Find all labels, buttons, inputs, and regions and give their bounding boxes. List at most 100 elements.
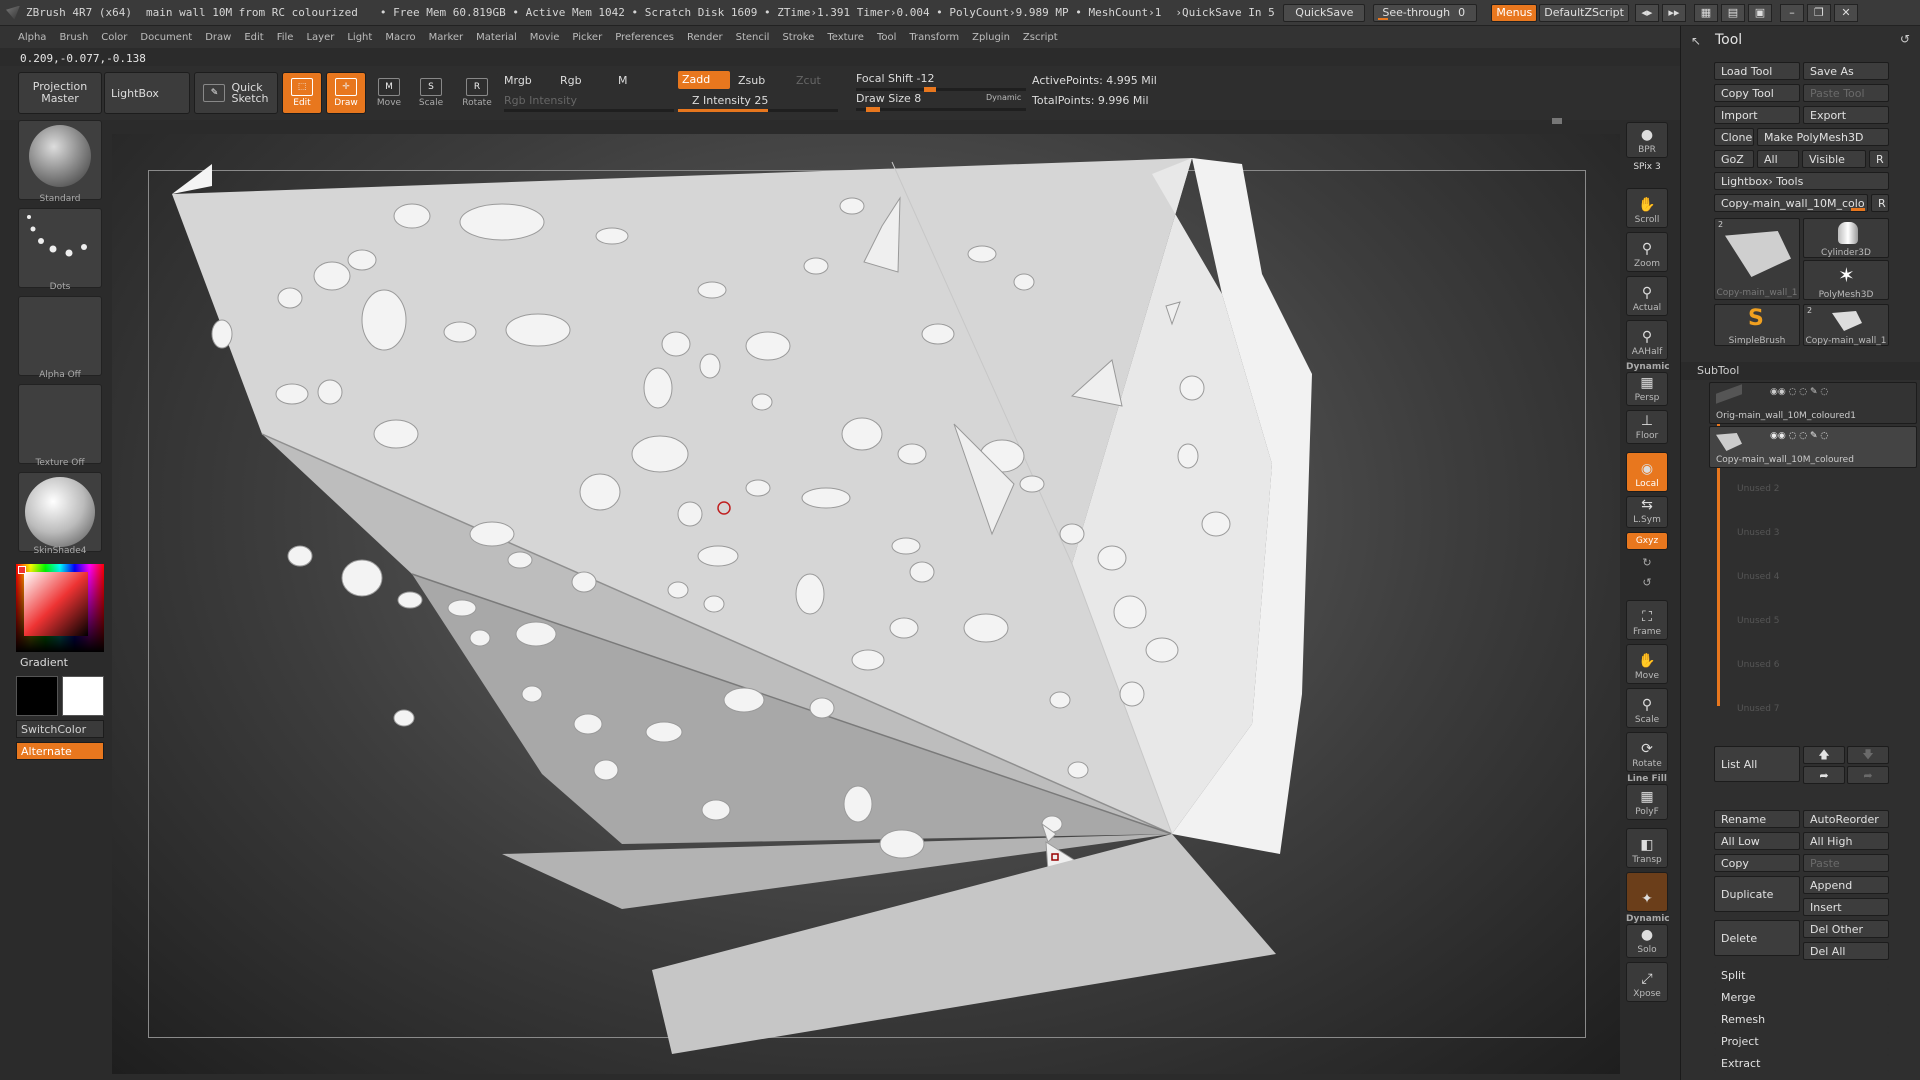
duplicate-button[interactable]: Duplicate [1714, 876, 1800, 912]
dynamic-size-toggle[interactable]: Dynamic [986, 93, 1021, 102]
main-color-swatch[interactable] [16, 676, 58, 716]
goz-r-button[interactable]: R [1869, 150, 1889, 168]
lightbox-tools-button[interactable]: Lightbox› Tools [1714, 172, 1889, 190]
merge-section[interactable]: Merge [1714, 988, 1889, 1006]
goz-button[interactable]: GoZ [1714, 150, 1754, 168]
menu-tool[interactable]: Tool [877, 32, 896, 43]
menu-transform[interactable]: Transform [909, 32, 959, 43]
minimize-icon[interactable]: – [1779, 3, 1804, 22]
xpose-button[interactable]: ⤢ Xpose [1626, 962, 1668, 1002]
copy-subtool-button[interactable]: Copy [1714, 854, 1800, 872]
subtool-0-visibility-icon[interactable]: ◉◉ ◌ ◌ ✎ ◌ [1770, 387, 1828, 397]
quicksave-button[interactable]: QuickSave [1283, 3, 1366, 22]
frame-button[interactable]: ⛶ Frame [1626, 600, 1668, 640]
gradient-label[interactable]: Gradient [20, 656, 68, 669]
delete-button[interactable]: Delete [1714, 920, 1800, 956]
lsym-button[interactable]: ⇆ L.Sym [1626, 496, 1668, 528]
edit-button[interactable]: ⬚ Edit [282, 72, 322, 114]
menu-stroke[interactable]: Stroke [782, 32, 814, 43]
color-square[interactable] [24, 572, 88, 636]
solo-button[interactable]: ● Solo [1626, 924, 1668, 958]
layout-left-icon[interactable]: ◂▸ [1634, 3, 1659, 22]
menu-layer[interactable]: Layer [306, 32, 334, 43]
extract-section[interactable]: Extract [1714, 1054, 1889, 1072]
palette-reset-icon[interactable]: ↺ [1900, 32, 1910, 46]
xyz-button[interactable]: Gxyz [1626, 532, 1668, 550]
transp-button[interactable]: ◧ Transp [1626, 828, 1668, 868]
subtool-1-visibility-icon[interactable]: ◉◉ ◌ ◌ ✎ ◌ [1770, 431, 1828, 441]
alternate-button[interactable]: Alternate [16, 742, 104, 760]
shelf-handle[interactable] [1552, 118, 1562, 124]
local-button[interactable]: ◉ Local [1626, 452, 1668, 492]
save-icon[interactable]: ▣ [1747, 3, 1772, 22]
make-polymesh-button[interactable]: Make PolyMesh3D [1757, 128, 1889, 146]
layout-grid-icon[interactable]: ▦ [1693, 3, 1718, 22]
menu-document[interactable]: Document [140, 32, 192, 43]
paste-tool-button[interactable]: Paste Tool [1803, 84, 1889, 102]
menu-movie[interactable]: Movie [530, 32, 560, 43]
subtool-item-1[interactable]: ◉◉ ◌ ◌ ✎ ◌ Copy-main_wall_10M_coloured [1709, 426, 1917, 468]
rgb-button[interactable]: Rgb [560, 74, 582, 87]
brush-picker[interactable] [18, 120, 102, 200]
remesh-section[interactable]: Remesh [1714, 1010, 1889, 1028]
subtool-header[interactable]: SubTool [1697, 364, 1739, 377]
restore-icon[interactable]: ❐ [1806, 3, 1831, 22]
scroll-button[interactable]: ✋ Scroll [1626, 188, 1668, 228]
rgb-intensity-slider[interactable]: Rgb Intensity [504, 94, 577, 107]
move-down-icon[interactable]: 🡇 [1847, 746, 1889, 764]
current-tool-r-button[interactable]: R [1871, 194, 1889, 212]
menu-zscript[interactable]: Zscript [1023, 32, 1058, 43]
ghost-button[interactable]: ✦ [1626, 872, 1668, 912]
autoreorder-button[interactable]: AutoReorder [1803, 810, 1889, 828]
floor-button[interactable]: ⊥ Floor [1626, 410, 1668, 444]
z-intensity-slider[interactable]: Z Intensity 25 [692, 94, 768, 107]
list-all-button[interactable]: List All [1714, 746, 1800, 782]
menu-picker[interactable]: Picker [572, 32, 602, 43]
close-icon[interactable]: ✕ [1833, 3, 1858, 22]
zcut-button[interactable]: Zcut [796, 74, 821, 87]
menu-file[interactable]: File [277, 32, 294, 43]
switch-color-button[interactable]: SwitchColor [16, 720, 104, 738]
current-tool-slider[interactable]: Copy-main_wall_10M_colo [1714, 194, 1868, 212]
climbing-wall-mesh[interactable] [112, 134, 1620, 1074]
projection-master-button[interactable]: Projection Master [18, 72, 102, 114]
persp-button[interactable]: ▦ Persp [1626, 372, 1668, 406]
draw-size-slider[interactable]: Draw Size 8 [856, 92, 921, 105]
menu-brush[interactable]: Brush [59, 32, 88, 43]
secondary-color-swatch[interactable] [62, 676, 104, 716]
move-mode-button[interactable]: M Move [370, 72, 408, 114]
alpha-picker[interactable] [18, 296, 102, 376]
save-as-button[interactable]: Save As [1803, 62, 1889, 80]
menu-texture[interactable]: Texture [827, 32, 864, 43]
aahalf-button[interactable]: ⚲ AAHalf [1626, 320, 1668, 360]
spix-slider[interactable]: SPix 3 [1626, 162, 1668, 172]
menu-render[interactable]: Render [687, 32, 723, 43]
menu-macro[interactable]: Macro [385, 32, 415, 43]
menu-stencil[interactable]: Stencil [736, 32, 770, 43]
menu-zplugin[interactable]: Zplugin [972, 32, 1010, 43]
paste-subtool-button[interactable]: Paste [1803, 854, 1889, 872]
all-low-button[interactable]: All Low [1714, 832, 1800, 850]
project-section[interactable]: Project [1714, 1032, 1889, 1050]
clone-button[interactable]: Clone [1714, 128, 1754, 146]
menu-alpha[interactable]: Alpha [18, 32, 46, 43]
menu-light[interactable]: Light [347, 32, 372, 43]
subtool-item-0[interactable]: ◉◉ ◌ ◌ ✎ ◌ Orig-main_wall_10M_coloured1 [1709, 382, 1917, 424]
material-picker[interactable] [18, 472, 102, 552]
all-high-button[interactable]: All High [1803, 832, 1889, 850]
append-button[interactable]: Append [1803, 876, 1889, 894]
stroke-picker[interactable] [18, 208, 102, 288]
rename-button[interactable]: Rename [1714, 810, 1800, 828]
tool-palette-title[interactable]: Tool [1681, 26, 1920, 54]
zsub-button[interactable]: Zsub [738, 74, 765, 87]
see-through-slider[interactable]: See-through 0 [1373, 3, 1478, 22]
menu-preferences[interactable]: Preferences [615, 32, 674, 43]
draw-button[interactable]: ✛ Draw [326, 72, 366, 114]
layout-right-icon[interactable]: ▸▸ [1661, 3, 1686, 22]
menus-button[interactable]: Menus [1491, 3, 1538, 22]
actual-button[interactable]: ⚲ Actual [1626, 276, 1668, 316]
copy-tool-button[interactable]: Copy Tool [1714, 84, 1800, 102]
menu-color[interactable]: Color [101, 32, 127, 43]
default-zscript-button[interactable]: DefaultZScript [1539, 3, 1629, 22]
import-button[interactable]: Import [1714, 106, 1800, 124]
